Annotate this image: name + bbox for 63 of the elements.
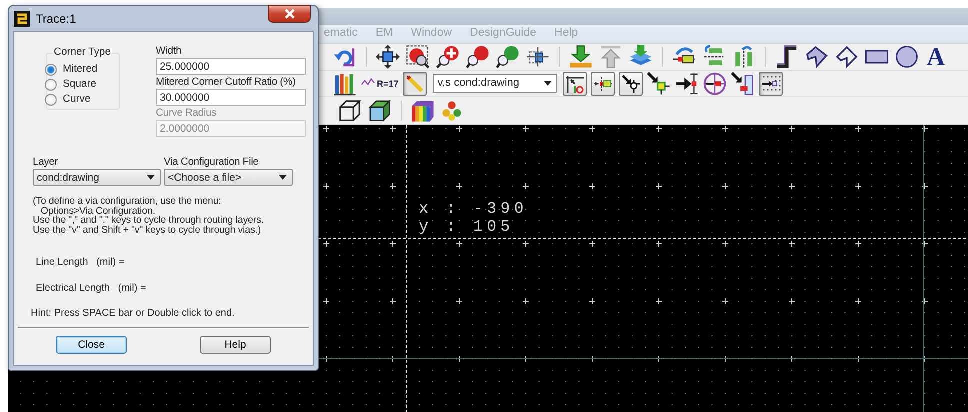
text-tool-button[interactable]: A	[925, 44, 948, 70]
app-logo-icon	[14, 10, 30, 26]
caret-icon	[279, 175, 287, 180]
radio-label: Curve	[63, 94, 91, 106]
pencil-button[interactable]	[402, 72, 427, 96]
step-line-icon[interactable]	[775, 45, 799, 69]
radio-label: Mitered	[63, 64, 98, 76]
grid-snap-button[interactable]	[758, 72, 783, 96]
field-label: Layer	[33, 157, 59, 169]
magnifier-dot-icon[interactable]	[496, 45, 520, 69]
solid-cube-icon[interactable]	[368, 98, 392, 122]
polygon-outline-icon[interactable]	[835, 45, 859, 69]
radio-label: Square	[63, 78, 97, 90]
radio-button[interactable]	[45, 78, 57, 90]
books-icon[interactable]	[333, 72, 357, 96]
cutoff-ratio-field[interactable]: 30.000000	[156, 89, 306, 106]
corner-arrow-button[interactable]	[562, 72, 587, 96]
caret-icon	[147, 175, 155, 180]
circle-icon[interactable]	[895, 45, 919, 69]
cursor-y-readout: y : 105	[419, 219, 514, 236]
caret-icon	[544, 81, 552, 86]
arrow-junction-icon	[620, 74, 641, 94]
pencil-icon	[404, 74, 425, 94]
wire-cube-icon[interactable]	[338, 98, 362, 122]
zoom-area-icon[interactable]	[406, 45, 430, 69]
dots-cluster-icon[interactable]	[441, 100, 463, 122]
arrow-junction-button[interactable]	[618, 72, 643, 96]
corner-arrow-icon	[564, 74, 585, 94]
circle-target-icon[interactable]	[702, 72, 727, 96]
arrow-bracket-icon[interactable]	[730, 72, 755, 96]
arrow-square-icon[interactable]	[646, 72, 671, 96]
small-square-icon[interactable]	[526, 45, 550, 69]
radio-button[interactable]	[45, 94, 57, 106]
via-file-select[interactable]: <Choose a file>	[164, 169, 293, 186]
dialog-button[interactable]: Help	[200, 336, 271, 354]
move-arrows-icon[interactable]	[376, 45, 400, 69]
radio-button[interactable]	[45, 64, 57, 76]
rainbow-cube-icon[interactable]	[411, 98, 435, 122]
download-arrow-icon[interactable]	[569, 45, 593, 69]
cursor-x-readout: x : -390	[419, 201, 528, 218]
hint-text: Hint: Press SPACE bar or Double click to end.	[31, 308, 236, 320]
instructions-text: (To define a via configuration, use the menu: Options>Via Configuration. Use the "," and "." keys to cycle through routing layers. Use the "v" and Shift + "v" keys to cycle through vias.)	[33, 197, 265, 235]
close-icon	[284, 9, 296, 19]
close-button[interactable]	[268, 5, 311, 23]
electrical-length-label: Electrical Length (mil) =	[36, 283, 148, 295]
field-label: Via Configuration File	[164, 157, 260, 169]
resistor-value-button[interactable]: R=17	[361, 76, 399, 92]
grid-snap-icon	[760, 74, 781, 94]
zoom-in-icon[interactable]	[436, 45, 460, 69]
line-length-label: Line Length (mil) =	[36, 257, 126, 269]
dialog-title: Trace:1	[36, 10, 76, 28]
magnifier-disc-icon[interactable]	[466, 45, 490, 69]
dialog-button[interactable]: Close	[56, 336, 127, 354]
pin-connector-button[interactable]	[590, 72, 615, 96]
layer-dropdown[interactable]: v,s cond:drawing	[432, 74, 557, 93]
arrow-stop-icon[interactable]	[674, 72, 699, 96]
field-label: Width	[156, 46, 183, 58]
width-field[interactable]: 25.000000	[156, 58, 306, 75]
layer-select[interactable]: cond:drawing	[33, 169, 161, 186]
field-label: Curve Radius	[156, 108, 218, 120]
field-label: Mitered Corner Cutoff Ratio (%)	[156, 77, 297, 89]
curve-radius-field: 2.0000000	[156, 120, 306, 137]
group-label: Corner Type	[53, 47, 112, 59]
